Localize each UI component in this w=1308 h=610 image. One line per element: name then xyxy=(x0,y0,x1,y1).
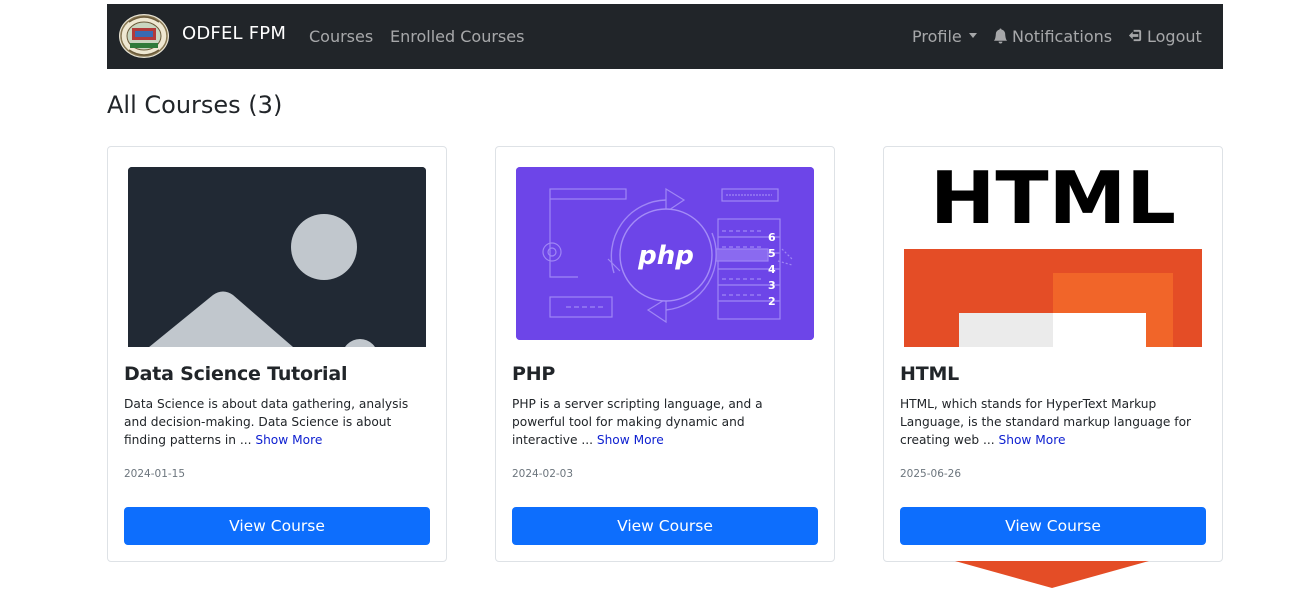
course-card-html: HTML HTML HTML, which stands for HyperTe… xyxy=(883,146,1223,562)
logout-label: Logout xyxy=(1147,27,1202,46)
course-date: 2024-02-03 xyxy=(512,468,574,480)
html-logo-text: HTML xyxy=(930,161,1176,240)
profile-label: Profile xyxy=(912,27,962,46)
nav-link-courses[interactable]: Courses xyxy=(309,27,373,46)
course-card-data-science: Data Science Tutorial Data Science is ab… xyxy=(107,146,447,562)
course-title[interactable]: Data Science Tutorial xyxy=(124,363,348,385)
navbar: ODFEL FPM Courses Enrolled Courses Profi… xyxy=(107,4,1223,69)
show-more-link[interactable]: Show More xyxy=(597,433,664,447)
logout-link[interactable]: Logout xyxy=(1128,27,1202,46)
brand-name[interactable]: ODFEL FPM xyxy=(182,23,286,44)
show-more-link[interactable]: Show More xyxy=(998,433,1065,447)
course-card-php: php 6 5 4 3 2 PHP PHP is a server script… xyxy=(495,146,835,562)
php-number-2: 2 xyxy=(768,295,776,308)
php-number-4: 4 xyxy=(768,263,776,276)
course-date: 2024-01-15 xyxy=(124,468,186,480)
bell-icon xyxy=(993,27,1008,43)
placeholder-image xyxy=(128,167,426,347)
course-description: HTML, which stands for HyperText Markup … xyxy=(900,395,1200,449)
php-number-6: 6 xyxy=(768,231,776,244)
view-course-button[interactable]: View Course xyxy=(124,507,430,545)
view-course-button[interactable]: View Course xyxy=(512,507,818,545)
notifications-link[interactable]: Notifications xyxy=(993,27,1112,46)
html5-logo-overflow xyxy=(955,561,1149,588)
php-number-3: 3 xyxy=(768,279,776,292)
show-more-link[interactable]: Show More xyxy=(255,433,322,447)
caret-down-icon xyxy=(968,33,977,38)
php-number-5: 5 xyxy=(768,247,776,260)
course-title[interactable]: HTML xyxy=(900,363,959,385)
php-logo-text: php xyxy=(637,241,694,271)
page-title: All Courses (3) xyxy=(107,91,283,119)
logout-icon xyxy=(1128,29,1142,42)
notifications-label: Notifications xyxy=(1012,27,1113,46)
course-title[interactable]: PHP xyxy=(512,363,555,385)
course-description: Data Science is about data gathering, an… xyxy=(124,395,424,449)
view-course-button[interactable]: View Course xyxy=(900,507,1206,545)
course-description: PHP is a server scripting language, and … xyxy=(512,395,812,449)
logo-emblem[interactable] xyxy=(119,14,169,58)
profile-dropdown[interactable]: Profile xyxy=(912,27,977,46)
nav-link-enrolled-courses[interactable]: Enrolled Courses xyxy=(390,27,524,46)
html5-logo: HTML xyxy=(902,161,1204,347)
php-illustration: php 6 5 4 3 2 xyxy=(516,167,814,340)
course-date: 2025-06-26 xyxy=(900,468,962,480)
